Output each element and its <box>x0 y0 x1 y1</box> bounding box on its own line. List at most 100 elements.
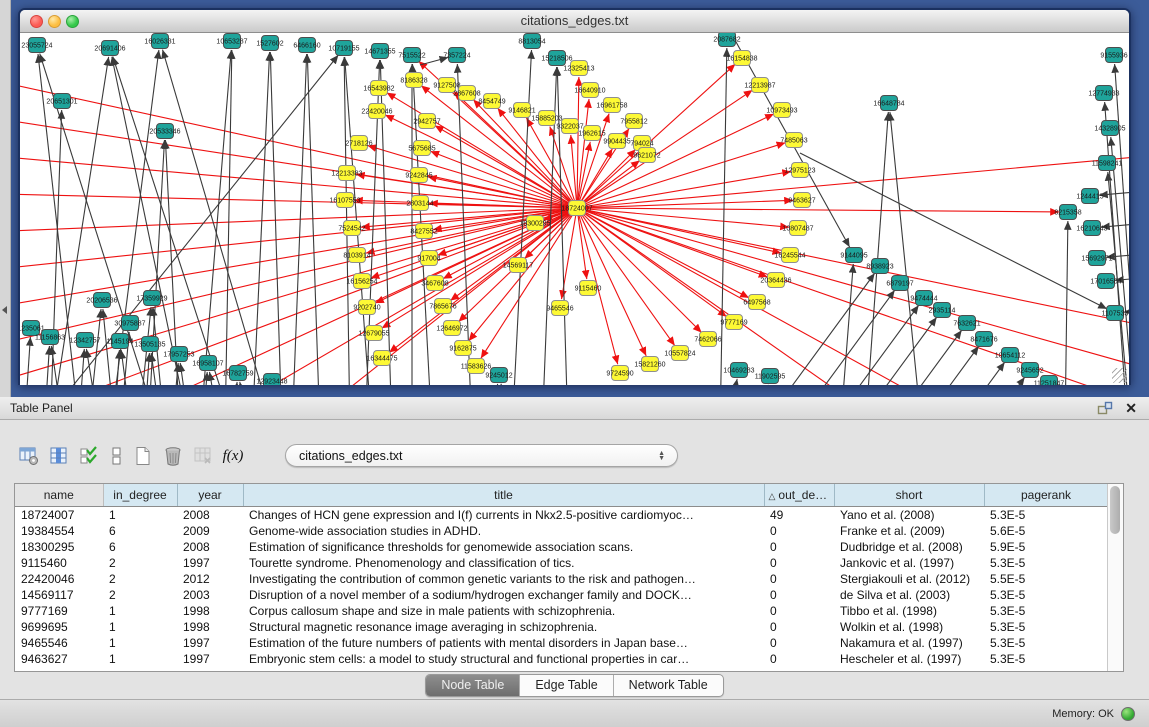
tab-network-table[interactable]: Network Table <box>613 675 723 696</box>
column-header-short[interactable]: short <box>834 484 984 507</box>
table-cell[interactable]: 9699695 <box>15 619 103 635</box>
float-panel-icon[interactable] <box>1097 401 1113 415</box>
table-cell[interactable]: 0 <box>764 523 834 539</box>
table-cell[interactable]: 22420046 <box>15 571 103 587</box>
tab-node-table[interactable]: Node Table <box>426 675 519 696</box>
table-cell[interactable]: 0 <box>764 587 834 603</box>
table-row[interactable]: 1872400712008Changes of HCN gene express… <box>15 507 1108 524</box>
table-cell[interactable]: 18300295 <box>15 539 103 555</box>
table-cell[interactable]: Yano et al. (2008) <box>834 507 984 524</box>
table-cell[interactable]: 0 <box>764 603 834 619</box>
table-cell[interactable]: Hescheler et al. (1997) <box>834 651 984 667</box>
table-cell[interactable]: 0 <box>764 619 834 635</box>
network-canvas[interactable]: 1872400722420046271812612213383161075537… <box>20 33 1129 385</box>
table-cell[interactable]: 9465546 <box>15 635 103 651</box>
table-cell[interactable]: 1 <box>103 603 177 619</box>
tab-edge-table[interactable]: Edge Table <box>519 675 612 696</box>
column-header-year[interactable]: year <box>177 484 243 507</box>
table-cell[interactable]: 2009 <box>177 523 243 539</box>
table-cell[interactable]: 0 <box>764 651 834 667</box>
table-cell[interactable]: de Silva et al. (2003) <box>834 587 984 603</box>
table-cell[interactable]: Estimation of significance thresholds fo… <box>243 539 764 555</box>
table-cell[interactable]: Structural magnetic resonance image aver… <box>243 619 764 635</box>
table-cell[interactable]: 0 <box>764 571 834 587</box>
collapse-arrow-icon[interactable] <box>2 306 7 314</box>
network-graph[interactable]: 1872400722420046271812612213383161075537… <box>20 33 1129 385</box>
table-cell[interactable]: Corpus callosum shape and size in male p… <box>243 603 764 619</box>
table-cell[interactable]: 2 <box>103 555 177 571</box>
table-cell[interactable]: 0 <box>764 555 834 571</box>
table-cell[interactable]: 1998 <box>177 603 243 619</box>
table-cell[interactable]: 14569117 <box>15 587 103 603</box>
table-mode-icon[interactable] <box>14 442 44 470</box>
table-scrollbar-thumb[interactable] <box>1110 486 1120 534</box>
function-builder-icon[interactable]: f(x) <box>218 442 248 470</box>
table-cell[interactable]: Nakamura et al. (1997) <box>834 635 984 651</box>
table-cell[interactable]: 18724007 <box>15 507 103 524</box>
table-cell[interactable]: 5.3E-5 <box>984 619 1108 635</box>
table-row[interactable]: 1830029562008Estimation of significance … <box>15 539 1108 555</box>
table-cell[interactable]: 6 <box>103 539 177 555</box>
table-cell[interactable]: Tourette syndrome. Phenomenology and cla… <box>243 555 764 571</box>
table-cell[interactable]: 1997 <box>177 651 243 667</box>
table-cell[interactable]: 0 <box>764 635 834 651</box>
table-cell[interactable]: Genome-wide association studies in ADHD. <box>243 523 764 539</box>
table-cell[interactable]: Changes of HCN gene expression and I(f) … <box>243 507 764 524</box>
table-cell[interactable]: 2008 <box>177 539 243 555</box>
table-cell[interactable]: 2012 <box>177 571 243 587</box>
table-cell[interactable]: 5.3E-5 <box>984 651 1108 667</box>
column-header-title[interactable]: title <box>243 484 764 507</box>
column-header-outde[interactable]: △out_de… <box>764 484 834 507</box>
window-resize-grip[interactable] <box>1112 368 1127 383</box>
table-cell[interactable]: Estimation of the future numbers of pati… <box>243 635 764 651</box>
table-cell[interactable]: 1 <box>103 635 177 651</box>
close-panel-icon[interactable]: ✕ <box>1125 401 1137 415</box>
table-cell[interactable]: 6 <box>103 523 177 539</box>
column-header-pagerank[interactable]: pagerank <box>984 484 1108 507</box>
table-cell[interactable]: 1998 <box>177 619 243 635</box>
table-cell[interactable]: 0 <box>764 539 834 555</box>
table-cell[interactable]: 2003 <box>177 587 243 603</box>
table-selector-dropdown[interactable]: citations_edges.txt ▲▼ <box>285 444 678 467</box>
table-cell[interactable]: 9115460 <box>15 555 103 571</box>
table-cell[interactable]: 1 <box>103 507 177 524</box>
table-row[interactable]: 911546021997Tourette syndrome. Phenomeno… <box>15 555 1108 571</box>
table-cell[interactable]: Wolkin et al. (1998) <box>834 619 984 635</box>
table-cell[interactable]: 2 <box>103 587 177 603</box>
network-window-titlebar[interactable]: citations_edges.txt <box>20 10 1129 33</box>
table-cell[interactable]: Franke et al. (2009) <box>834 523 984 539</box>
table-cell[interactable]: Tibbo et al. (1998) <box>834 603 984 619</box>
table-cell[interactable]: 2 <box>103 571 177 587</box>
table-scrollbar[interactable] <box>1107 484 1123 671</box>
control-panel-splitter[interactable] <box>0 0 11 397</box>
table-cell[interactable]: 1 <box>103 651 177 667</box>
table-cell[interactable]: 5.5E-5 <box>984 571 1108 587</box>
table-row[interactable]: 969969511998Structural magnetic resonanc… <box>15 619 1108 635</box>
column-header-indegree[interactable]: in_degree <box>103 484 177 507</box>
table-cell[interactable]: 5.3E-5 <box>984 507 1108 524</box>
unselect-icon[interactable] <box>104 442 128 470</box>
column-header-name[interactable]: name <box>15 484 103 507</box>
table-row[interactable]: 2242004622012Investigating the contribut… <box>15 571 1108 587</box>
table-row[interactable]: 946554611997Estimation of the future num… <box>15 635 1108 651</box>
table-cell[interactable]: 5.3E-5 <box>984 635 1108 651</box>
select-all-icon[interactable] <box>74 442 104 470</box>
network-view-window[interactable]: citations_edges.txt 18724007224200462718… <box>18 8 1131 385</box>
table-cell[interactable]: 1 <box>103 619 177 635</box>
table-cell[interactable]: Disruption of a novel member of a sodium… <box>243 587 764 603</box>
table-cell[interactable]: 5.3E-5 <box>984 603 1108 619</box>
table-cell[interactable]: 2008 <box>177 507 243 524</box>
table-cell[interactable]: 5.3E-5 <box>984 555 1108 571</box>
table-cell[interactable]: 9463627 <box>15 651 103 667</box>
table-row[interactable]: 946362711997Embryonic stem cells: a mode… <box>15 651 1108 667</box>
table-cell[interactable]: Stergiakouli et al. (2012) <box>834 571 984 587</box>
show-column-icon[interactable] <box>44 442 74 470</box>
table-cell[interactable]: 1997 <box>177 635 243 651</box>
table-cell[interactable]: 5.6E-5 <box>984 523 1108 539</box>
table-cell[interactable]: 9777169 <box>15 603 103 619</box>
table-cell[interactable]: 1997 <box>177 555 243 571</box>
table-cell[interactable]: 19384554 <box>15 523 103 539</box>
table-cell[interactable]: 5.9E-5 <box>984 539 1108 555</box>
delete-table-icon[interactable] <box>158 442 188 470</box>
table-cell[interactable]: 49 <box>764 507 834 524</box>
